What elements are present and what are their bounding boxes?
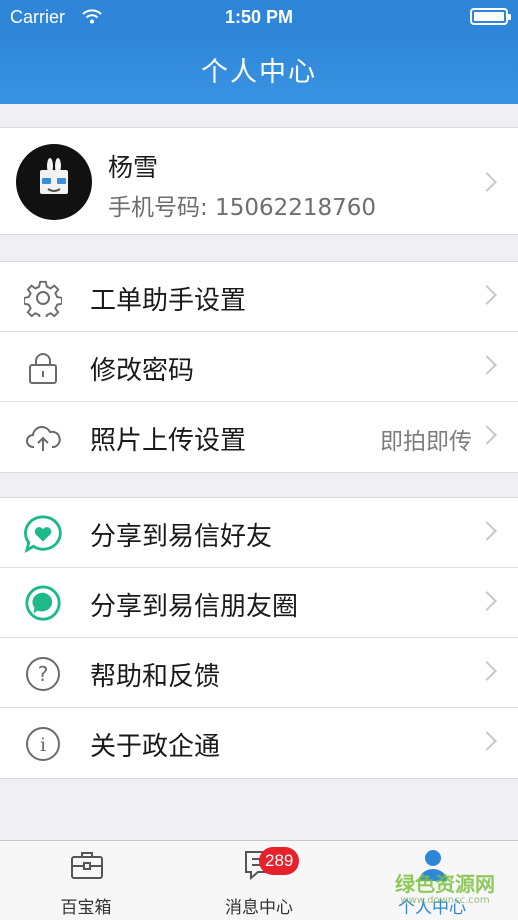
clock: 1:50 PM (224, 7, 294, 27)
menu-item-label: 分享到易信好友 (90, 522, 273, 552)
battery-icon (470, 8, 511, 25)
profile-name: 杨雪 (108, 153, 159, 182)
chevron-right-icon (477, 731, 497, 751)
chevron-right-icon (477, 172, 497, 192)
tab-label: 消息中心 (225, 898, 293, 918)
tab-label: 百宝箱 (60, 898, 112, 918)
settings-group: 工单助手设置 修改密码 照片上传设置 即拍即传 (0, 261, 518, 473)
menu-item-label: 关于政企通 (90, 732, 221, 762)
upload-mode-value: 即拍即传 (380, 429, 472, 455)
chevron-right-icon (477, 425, 497, 445)
tab-toolbox[interactable]: 百宝箱 (0, 841, 172, 920)
tab-messages[interactable]: 289 消息中心 (173, 841, 345, 920)
svg-text:i: i (40, 734, 46, 756)
chevron-right-icon (477, 591, 497, 611)
menu-item-label: 工单助手设置 (90, 286, 247, 316)
menu-item-photo-upload-settings[interactable]: 照片上传设置 即拍即传 (0, 402, 518, 472)
chevron-right-icon (477, 355, 497, 375)
menu-item-label: 分享到易信朋友圈 (90, 592, 299, 622)
help-icon: ? (24, 655, 62, 693)
menu-item-label: 修改密码 (90, 356, 195, 386)
chevron-right-icon (477, 521, 497, 541)
avatar (16, 144, 92, 220)
yixin-moments-icon (24, 585, 62, 623)
more-group: 分享到易信好友 分享到易信朋友圈 ? 帮助和反馈 i 关于政企通 (0, 497, 518, 779)
menu-item-label: 照片上传设置 (90, 426, 247, 456)
page-title: 个人中心 (201, 57, 317, 88)
nav-bar: 个人中心 (0, 34, 518, 104)
watermark: 绿色资源网 www.downcc.com (380, 868, 510, 906)
menu-item-work-order-settings[interactable]: 工单助手设置 (0, 262, 518, 332)
menu-item-help-feedback[interactable]: ? 帮助和反馈 (0, 638, 518, 708)
status-bar: Carrier 1:50 PM (0, 0, 518, 34)
profile-phone: 手机号码: 15062218760 (108, 195, 377, 221)
menu-item-label: 帮助和反馈 (90, 662, 221, 692)
watermark-text: 绿色资源网 (395, 872, 495, 896)
menu-item-share-yixin-friends[interactable]: 分享到易信好友 (0, 498, 518, 568)
toolbox-icon (71, 852, 103, 879)
profile-row[interactable]: 杨雪 手机号码: 15062218760 (0, 127, 518, 235)
menu-item-change-password[interactable]: 修改密码 (0, 332, 518, 402)
menu-item-share-yixin-moments[interactable]: 分享到易信朋友圈 (0, 568, 518, 638)
menu-item-about[interactable]: i 关于政企通 (0, 708, 518, 778)
gear-icon (24, 279, 62, 317)
chevron-right-icon (477, 285, 497, 305)
cloud-upload-icon (24, 419, 62, 457)
yixin-chat-icon (24, 515, 62, 554)
lock-icon (24, 349, 62, 387)
svg-text:?: ? (38, 662, 49, 686)
info-icon: i (24, 725, 62, 763)
chevron-right-icon (477, 661, 497, 681)
unread-badge: 289 (259, 847, 300, 875)
